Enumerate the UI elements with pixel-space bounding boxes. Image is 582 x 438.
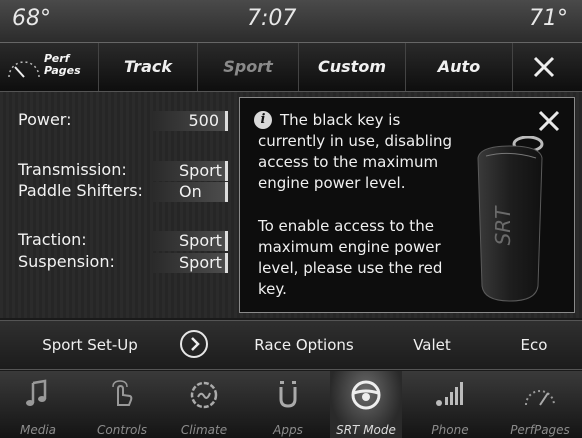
sport-setup-button[interactable]: Sport Set-Up <box>0 321 180 369</box>
popup-close-button[interactable] <box>538 104 560 140</box>
srt-screen: 68° 7:07 71° Perf Pages Track Sport Cust… <box>0 0 582 438</box>
option-bar: Sport Set-Up Race Options Valet Eco <box>0 320 582 370</box>
power-label: Power: <box>18 110 72 129</box>
suspension-label: Suspension: <box>18 252 115 271</box>
gauge-icon <box>525 390 555 406</box>
paddle-shifters-row[interactable]: Paddle Shifters: On <box>0 181 240 203</box>
hand-touch-icon <box>112 380 133 406</box>
nav-controls-label: Controls <box>97 423 147 437</box>
nav-climate[interactable]: Climate <box>168 371 240 438</box>
nav-apps-label: Apps <box>273 423 303 437</box>
nav-phone[interactable]: Phone <box>414 371 486 438</box>
nav-phone-label: Phone <box>431 423 469 437</box>
nav-controls[interactable]: Controls <box>86 371 158 438</box>
phone-signal-icon <box>436 382 463 406</box>
climate-icon <box>190 381 218 409</box>
nav-media-label: Media <box>19 423 57 437</box>
outside-temp-left: 68° <box>12 6 51 31</box>
music-note-icon <box>26 379 47 406</box>
paddle-shifters-value: On <box>152 182 228 202</box>
nav-apps[interactable]: Apps <box>252 371 324 438</box>
close-icon <box>533 56 555 78</box>
transmission-label: Transmission: <box>18 160 127 179</box>
drive-mode-bar: Perf Pages Track Sport Custom Auto <box>0 43 582 92</box>
steering-wheel-icon <box>351 380 381 410</box>
traction-value: Sport <box>152 231 228 251</box>
nav-perfpages[interactable]: PerfPages <box>504 371 576 438</box>
nav-srt-mode[interactable]: SRT Mode <box>330 371 402 438</box>
suspension-row[interactable]: Suspension: Sport <box>0 252 240 274</box>
clock: 7:07 <box>247 6 297 31</box>
nav-media[interactable]: Media <box>2 371 74 438</box>
key-fob-icon: SRT <box>477 136 544 302</box>
eco-button[interactable]: Eco <box>486 321 582 369</box>
transmission-value: Sport <box>152 161 228 181</box>
perf-pages-button[interactable]: Perf Pages <box>0 43 99 91</box>
nav-srt-mode-label: SRT Mode <box>336 423 396 437</box>
tab-track[interactable]: Track <box>99 43 198 91</box>
key-warning-popup: i The black key is currently in use, dis… <box>239 97 575 313</box>
nav-climate-label: Climate <box>180 423 228 437</box>
outside-temp-right: 71° <box>529 6 568 31</box>
gauge-icon <box>8 61 40 78</box>
key-fob-label: SRT <box>491 205 515 246</box>
close-icon <box>538 110 560 132</box>
tab-sport[interactable]: Sport <box>198 43 299 91</box>
perf-pages-label-line2: Pages <box>44 64 81 77</box>
suspension-value: Sport <box>152 253 228 273</box>
nav-perfpages-label: PerfPages <box>510 423 570 437</box>
popup-message-red-key: To enable access to the maximum engine p… <box>258 217 443 298</box>
transmission-row[interactable]: Transmission: Sport <box>0 160 240 182</box>
status-bar: 68° 7:07 71° <box>0 0 582 43</box>
close-button[interactable] <box>513 43 575 91</box>
chevron-right-icon <box>191 337 200 351</box>
tab-auto[interactable]: Auto <box>406 43 513 91</box>
popup-message-black-key: The black key is currently in use, disab… <box>258 111 453 192</box>
traction-label: Traction: <box>18 230 87 249</box>
traction-row[interactable]: Traction: Sport <box>0 230 240 252</box>
paddle-shifters-label: Paddle Shifters: <box>18 181 143 200</box>
apps-icon <box>279 381 297 408</box>
bottom-nav: Media Controls Climate Apps SRT Mode Pho… <box>0 371 582 438</box>
power-row[interactable]: Power: 500 <box>0 110 240 132</box>
valet-button[interactable]: Valet <box>382 321 482 369</box>
tab-custom[interactable]: Custom <box>299 43 406 91</box>
race-options-button[interactable]: Race Options <box>234 321 374 369</box>
sport-setup-chevron[interactable] <box>180 330 208 358</box>
power-value: 500 <box>152 111 228 131</box>
